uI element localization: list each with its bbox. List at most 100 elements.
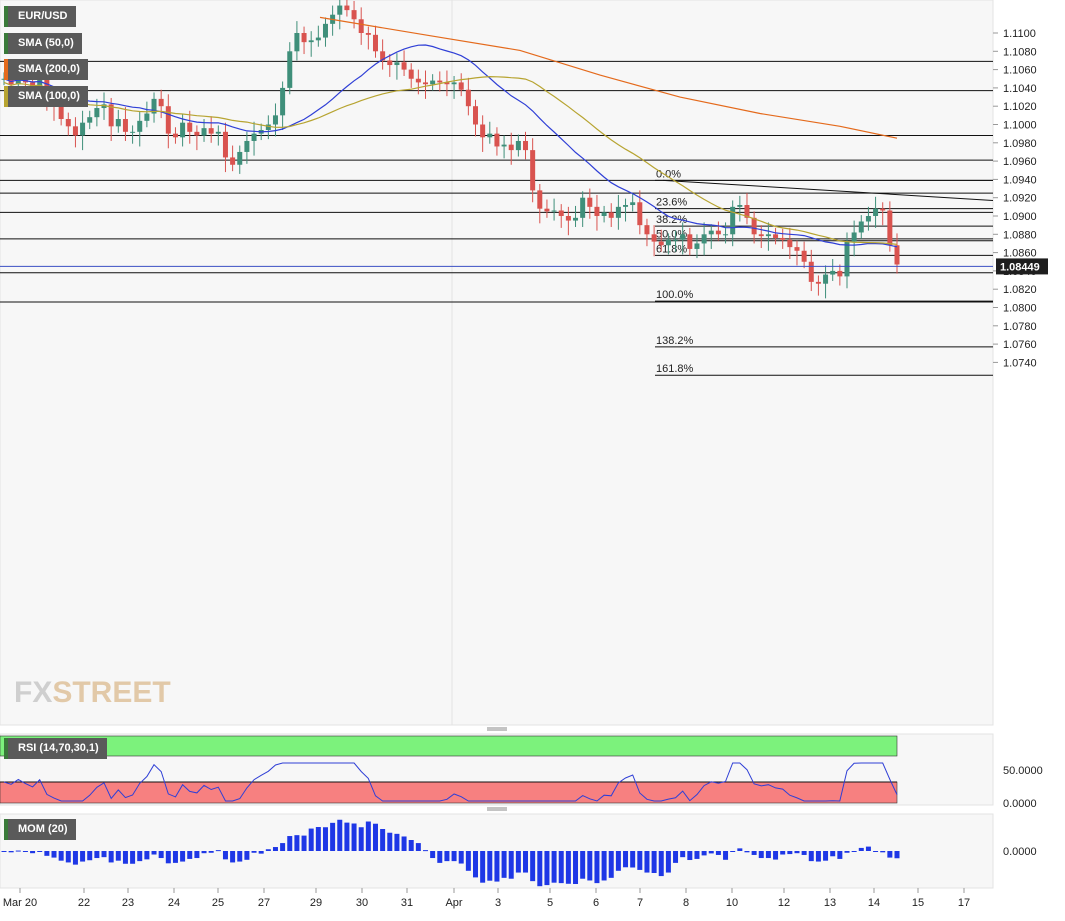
- momentum-bar: [344, 822, 350, 851]
- candle-body: [294, 33, 300, 52]
- momentum-bar: [380, 829, 386, 851]
- candle-body: [615, 206, 621, 218]
- momentum-bar: [201, 851, 207, 854]
- momentum-bar: [537, 851, 543, 887]
- candle-body: [844, 241, 850, 277]
- momentum-bar: [351, 823, 357, 851]
- momentum-bar: [673, 851, 679, 863]
- momentum-bar: [437, 851, 443, 863]
- momentum-bar: [873, 851, 879, 852]
- momentum-bar: [751, 851, 757, 855]
- legend-rsi[interactable]: RSI (14,70,30,1): [4, 738, 107, 759]
- candle-body: [608, 212, 614, 218]
- momentum-bar: [387, 832, 393, 851]
- candle-body: [301, 33, 307, 43]
- date-tick-label: 23: [122, 897, 134, 909]
- candle-body: [244, 140, 250, 152]
- momentum-bar: [15, 850, 21, 852]
- chart-svg[interactable]: 1.1100 1.1080 1.1060 1.1040 1.1020 1.1000 1.09…: [0, 0, 1065, 916]
- momentum-bar: [701, 851, 707, 856]
- momentum-bar: [715, 851, 721, 855]
- candle-body: [880, 208, 886, 211]
- legend-sma50[interactable]: SMA (50,0): [4, 33, 82, 54]
- momentum-bar: [508, 851, 514, 879]
- momentum-bar: [451, 851, 457, 862]
- price-tick-label: 1.1100: [1003, 28, 1036, 40]
- candle-body: [580, 197, 586, 218]
- price-tick-label: 1.0760: [1003, 339, 1037, 351]
- candle-body: [58, 106, 64, 120]
- momentum-bar: [137, 851, 143, 862]
- legend-mom[interactable]: MOM (20): [4, 819, 76, 840]
- momentum-bar: [372, 823, 378, 851]
- price-tick-label: 1.0980: [1003, 138, 1037, 150]
- legend-sma200[interactable]: SMA (200,0): [4, 59, 88, 80]
- candle-body: [494, 133, 500, 147]
- momentum-bar: [615, 851, 621, 871]
- candle-body: [215, 131, 221, 134]
- momentum-bar: [787, 851, 793, 855]
- momentum-bar: [858, 847, 864, 851]
- candle-body: [723, 234, 729, 236]
- date-tick-label: 29: [310, 897, 322, 909]
- momentum-bar: [644, 851, 650, 873]
- date-tick-label: 25: [212, 897, 224, 909]
- momentum-bar: [501, 851, 507, 878]
- candle-body: [365, 33, 371, 35]
- candle-body: [637, 202, 643, 226]
- momentum-bar: [880, 851, 886, 853]
- candle-body: [180, 122, 186, 138]
- candle-body: [823, 274, 829, 284]
- momentum-bar: [523, 851, 529, 873]
- momentum-bar: [815, 851, 821, 862]
- momentum-bar: [422, 850, 428, 852]
- momentum-bar: [165, 851, 171, 864]
- date-tick-label: 10: [726, 897, 738, 909]
- momentum-bar: [723, 851, 729, 860]
- momentum-bar: [608, 851, 614, 878]
- candle-body: [65, 119, 71, 127]
- momentum-bar: [94, 851, 100, 859]
- candle-body: [837, 270, 843, 277]
- legend-sma100[interactable]: SMA (100,0): [4, 86, 88, 107]
- candle-body: [751, 217, 757, 235]
- price-panel: [0, 0, 994, 726]
- fxstreet-logo: FXSTREET: [14, 676, 171, 709]
- price-tick-label: 1.0860: [1003, 248, 1037, 260]
- momentum-bar: [1, 851, 7, 852]
- momentum-bar: [544, 851, 550, 886]
- momentum-bar: [151, 851, 157, 855]
- candle-body: [465, 89, 471, 107]
- momentum-bar: [122, 851, 128, 864]
- candle-body: [287, 51, 293, 88]
- candle-body: [673, 239, 679, 241]
- momentum-bar: [844, 851, 850, 853]
- date-tick-label: 7: [637, 897, 643, 909]
- momentum-bar: [630, 851, 636, 868]
- price-tick-label: 1.0900: [1003, 211, 1037, 223]
- momentum-bar: [258, 851, 264, 854]
- momentum-bar: [265, 849, 271, 851]
- candle-body: [473, 106, 479, 125]
- momentum-bar: [222, 851, 228, 860]
- candle-body: [72, 126, 78, 136]
- candle-body: [272, 115, 278, 125]
- momentum-bar: [337, 819, 343, 851]
- candle-body: [87, 117, 93, 123]
- candle-body: [158, 98, 164, 107]
- candle-body: [480, 124, 486, 138]
- date-tick-label: 8: [683, 897, 689, 909]
- momentum-bar: [865, 846, 871, 851]
- candle-body: [430, 80, 436, 85]
- candle-body: [758, 234, 764, 237]
- candle-body: [515, 140, 521, 151]
- price-tick-label: 1.1060: [1003, 65, 1037, 77]
- legend-symbol[interactable]: EUR/USD: [4, 6, 76, 27]
- date-tick-label: 24: [168, 897, 180, 909]
- momentum-bar: [851, 851, 857, 852]
- chart-root: 1.1100 1.1080 1.1060 1.1040 1.1020 1.1000 1.09…: [0, 0, 1065, 916]
- momentum-bar: [30, 851, 36, 854]
- date-tick-label: Apr: [445, 897, 462, 909]
- momentum-bar: [623, 851, 629, 868]
- candle-body: [137, 120, 143, 132]
